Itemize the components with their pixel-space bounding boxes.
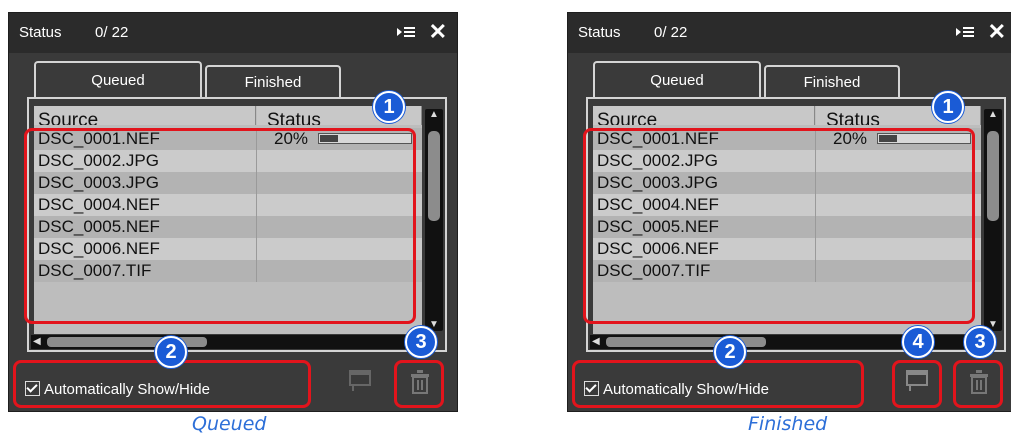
highlight-delete-button [394,360,444,408]
vertical-scrollbar[interactable]: ▲ ▼ [984,109,1002,331]
highlight-folder-button [892,360,942,408]
column-header-source[interactable]: Source [34,106,256,125]
title-bar: Status 0/ 22 ✕ [568,13,1011,53]
horizontal-scrollbar[interactable]: ◀ [31,335,421,349]
panel-title: Status [578,24,621,41]
tab-queued[interactable]: Queued [593,61,761,97]
scroll-up-icon[interactable]: ▲ [425,109,443,121]
scroll-thumb[interactable] [987,131,999,221]
highlight-file-list [583,128,975,324]
item-count: 0/ 22 [95,24,129,41]
highlight-delete-button [953,360,1003,408]
item-count: 0/ 22 [654,24,688,41]
caption-finished: Finished [748,413,828,435]
highlight-checkbox [572,360,864,408]
menu-icon[interactable] [956,25,974,39]
callout-badge-4: 4 [902,326,934,358]
vertical-scrollbar[interactable]: ▲ ▼ [425,109,443,331]
caption-queued: Queued [192,413,267,435]
scroll-up-icon[interactable]: ▲ [984,109,1002,121]
callout-badge-3: 3 [405,326,437,358]
callout-badge-2: 2 [155,336,187,368]
callout-badge-1: 1 [373,91,405,123]
close-icon[interactable]: ✕ [429,19,447,45]
status-panel-queued: Status 0/ 22 ✕ Queued Finished Source St… [8,12,458,412]
highlight-checkbox [13,360,311,408]
panel-title: Status [19,24,62,41]
scroll-thumb[interactable] [428,131,440,221]
callout-badge-1: 1 [932,91,964,123]
title-bar: Status 0/ 22 ✕ [9,13,457,53]
scroll-left-icon[interactable]: ◀ [592,335,600,349]
callout-badge-2: 2 [714,336,746,368]
menu-icon[interactable] [397,25,415,39]
callout-badge-3: 3 [964,326,996,358]
tab-finished[interactable]: Finished [205,65,341,97]
scroll-left-icon[interactable]: ◀ [33,335,41,349]
column-header-source[interactable]: Source [593,106,815,125]
tab-queued[interactable]: Queued [34,61,202,97]
status-panel-finished: Status 0/ 22 ✕ Queued Finished Source St… [567,12,1011,412]
open-folder-icon [349,370,371,391]
highlight-file-list [24,128,416,324]
close-icon[interactable]: ✕ [988,19,1006,45]
tab-finished[interactable]: Finished [764,65,900,97]
